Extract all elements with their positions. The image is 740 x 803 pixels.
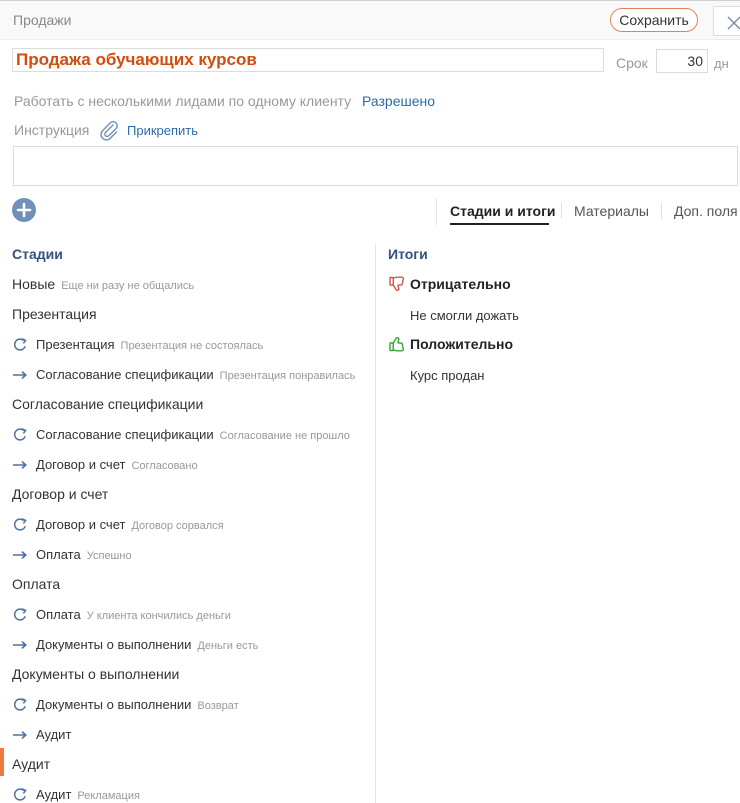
stage-item[interactable]: Согласование спецификации <box>0 394 370 414</box>
stage-hint: Возврат <box>197 700 239 712</box>
breadcrumb[interactable]: Продажи <box>13 12 71 28</box>
tab-materials[interactable]: Материалы <box>574 203 649 219</box>
active-tab-underline <box>450 223 549 225</box>
stage-name: Новые Еще ни разу не общались <box>12 276 195 292</box>
stage-name: Договор и счет Согласовано <box>36 457 198 472</box>
stage-name: Презентация <box>12 306 97 322</box>
stage-return-transition[interactable]: Документы о выполнении Возврат <box>0 694 370 714</box>
term-unit: дн <box>714 56 729 71</box>
tab-separator <box>561 203 562 219</box>
stage-next-transition[interactable]: Согласование спецификации Презентация пон… <box>0 364 370 384</box>
term-input[interactable]: 30 <box>656 49 708 73</box>
tabs: Стадии и итоги Материалы Доп. поля <box>436 198 740 225</box>
stage-hint: Согласовано <box>131 460 198 472</box>
stage-item[interactable]: Презентация <box>0 304 370 324</box>
stage-hint: Презентация не состоялась <box>120 340 264 352</box>
stage-name: Согласование спецификации Презентация пон… <box>36 367 356 382</box>
stage-name: Согласование спецификации <box>12 396 204 412</box>
result-item[interactable]: Курс продан <box>410 368 484 383</box>
plus-icon <box>16 202 32 218</box>
stage-name: Аудит Рекламация <box>36 787 140 802</box>
attach-link[interactable]: Прикрепить <box>127 123 198 138</box>
tab-separator <box>661 203 662 219</box>
loop-arrow-icon <box>12 517 28 538</box>
stage-item[interactable]: Оплата <box>0 574 370 594</box>
thumbs-down-icon <box>388 275 406 298</box>
process-title-input[interactable]: Продажа обучающих курсов <box>12 48 604 72</box>
header: Продажи Сохранить <box>0 0 740 40</box>
loop-arrow-icon <box>12 337 28 358</box>
stage-return-transition[interactable]: Согласование спецификации Согласование не… <box>0 424 370 444</box>
instruction-textarea[interactable] <box>13 146 738 186</box>
stage-item[interactable]: Новые Еще ни разу не общались <box>0 274 370 294</box>
right-arrow-icon <box>12 727 28 748</box>
stage-name: Аудит <box>36 727 72 742</box>
loop-arrow-icon <box>12 607 28 628</box>
tab-stages-results[interactable]: Стадии и итоги <box>450 203 556 219</box>
result-group-label: Отрицательно <box>410 276 511 292</box>
close-button[interactable] <box>713 6 740 36</box>
loop-arrow-icon <box>12 427 28 448</box>
stage-name: Договор и счет Договор сорвался <box>36 517 224 532</box>
loop-arrow-icon <box>12 697 28 718</box>
result-item[interactable]: Не смогли дожать <box>410 308 519 323</box>
stage-item[interactable]: Документы о выполнении <box>0 664 370 684</box>
term-label: Срок <box>616 55 648 71</box>
stage-return-transition[interactable]: Презентация Презентация не состоялась <box>0 334 370 354</box>
close-icon <box>727 16 740 30</box>
stage-hint: Согласование не прошло <box>219 430 350 442</box>
tab-extra-fields[interactable]: Доп. поля <box>674 203 738 219</box>
stage-item[interactable]: Аудит <box>0 754 370 774</box>
stage-name: Оплата <box>12 576 61 592</box>
stages-title: Стадии <box>12 246 63 262</box>
stage-name: Договор и счет <box>12 486 109 502</box>
stage-name: Согласование спецификации Согласование не… <box>36 427 350 442</box>
stage-hint: Презентация понравилась <box>219 370 356 382</box>
stage-name: Аудит <box>12 756 51 772</box>
stage-next-transition[interactable]: Оплата Успешно <box>0 544 370 564</box>
instruction-label: Инструкция <box>14 122 90 138</box>
loop-arrow-icon <box>12 787 28 803</box>
stage-item[interactable]: Договор и счет <box>0 484 370 504</box>
save-button[interactable]: Сохранить <box>610 8 698 32</box>
active-stage-marker <box>0 748 4 776</box>
stage-next-transition[interactable]: Документы о выполнении Деньги есть <box>0 634 370 654</box>
stage-hint: Деньги есть <box>197 640 259 652</box>
result-group-label: Положительно <box>410 336 514 352</box>
right-arrow-icon <box>12 457 28 478</box>
column-divider <box>375 244 376 803</box>
stage-hint: Успешно <box>86 550 132 562</box>
stage-name: Презентация Презентация не состоялась <box>36 337 264 352</box>
results-title: Итоги <box>388 246 428 262</box>
stage-return-transition[interactable]: Аудит Рекламация <box>0 784 370 803</box>
stage-name: Документы о выполнении <box>12 666 180 682</box>
stage-name: Документы о выполнении Деньги есть <box>36 637 259 652</box>
stage-hint: Рекламация <box>77 790 140 802</box>
right-arrow-icon <box>12 547 28 568</box>
stage-hint: Еще ни разу не общались <box>61 280 195 292</box>
stage-return-transition[interactable]: Договор и счет Договор сорвался <box>0 514 370 534</box>
multiple-leads-label: Работать с несколькими лидами по одному … <box>14 93 352 109</box>
right-arrow-icon <box>12 637 28 658</box>
thumbs-up-icon <box>388 335 406 358</box>
stage-name: Оплата Успешно <box>36 547 132 562</box>
multiple-leads-toggle[interactable]: Разрешено <box>362 93 435 109</box>
stage-hint: Договор сорвался <box>131 520 224 532</box>
stage-name: Оплата У клиента кончились деньги <box>36 607 231 622</box>
paperclip-icon[interactable] <box>98 119 120 141</box>
stage-next-transition[interactable]: Аудит <box>0 724 370 744</box>
add-button[interactable] <box>12 198 36 222</box>
stage-next-transition[interactable]: Договор и счет Согласовано <box>0 454 370 474</box>
right-arrow-icon <box>12 367 28 388</box>
stage-name: Документы о выполнении Возврат <box>36 697 239 712</box>
stage-hint: У клиента кончились деньги <box>86 610 231 622</box>
stage-return-transition[interactable]: Оплата У клиента кончились деньги <box>0 604 370 624</box>
